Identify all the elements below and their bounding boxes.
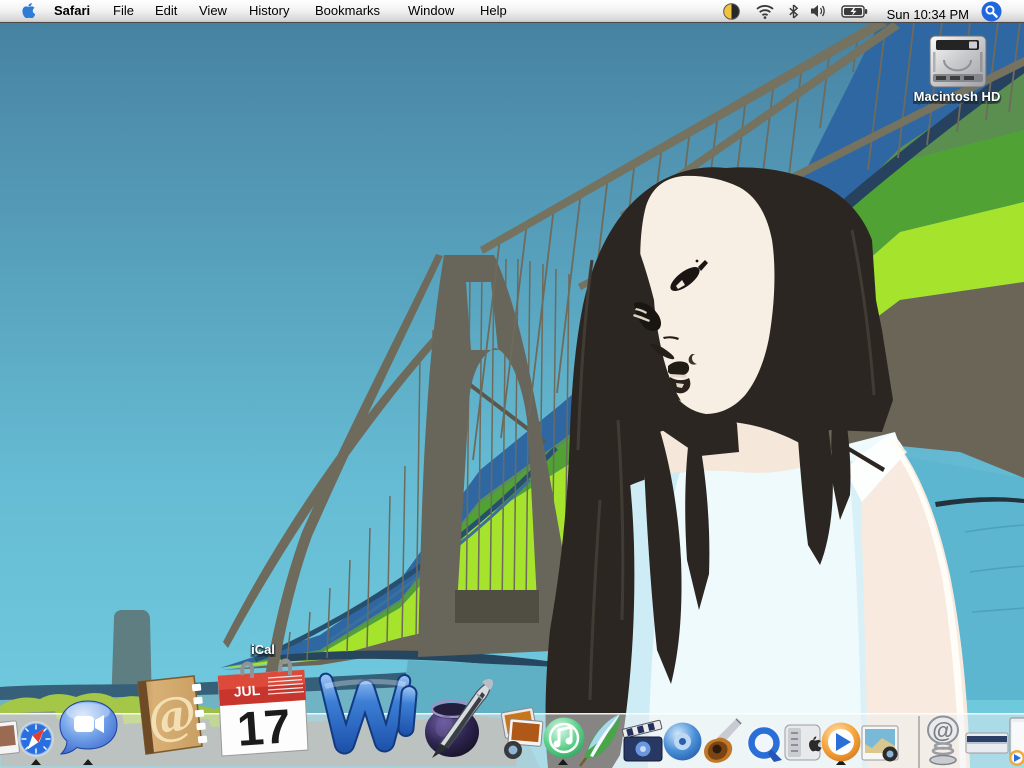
- svg-text:JUL: JUL: [233, 682, 261, 700]
- svg-text:iCal: iCal: [251, 642, 275, 657]
- svg-text:17: 17: [235, 700, 292, 757]
- svg-text:Macintosh HD: Macintosh HD: [914, 89, 1001, 104]
- svg-text:@: @: [144, 684, 199, 746]
- svg-text:@: @: [932, 718, 953, 743]
